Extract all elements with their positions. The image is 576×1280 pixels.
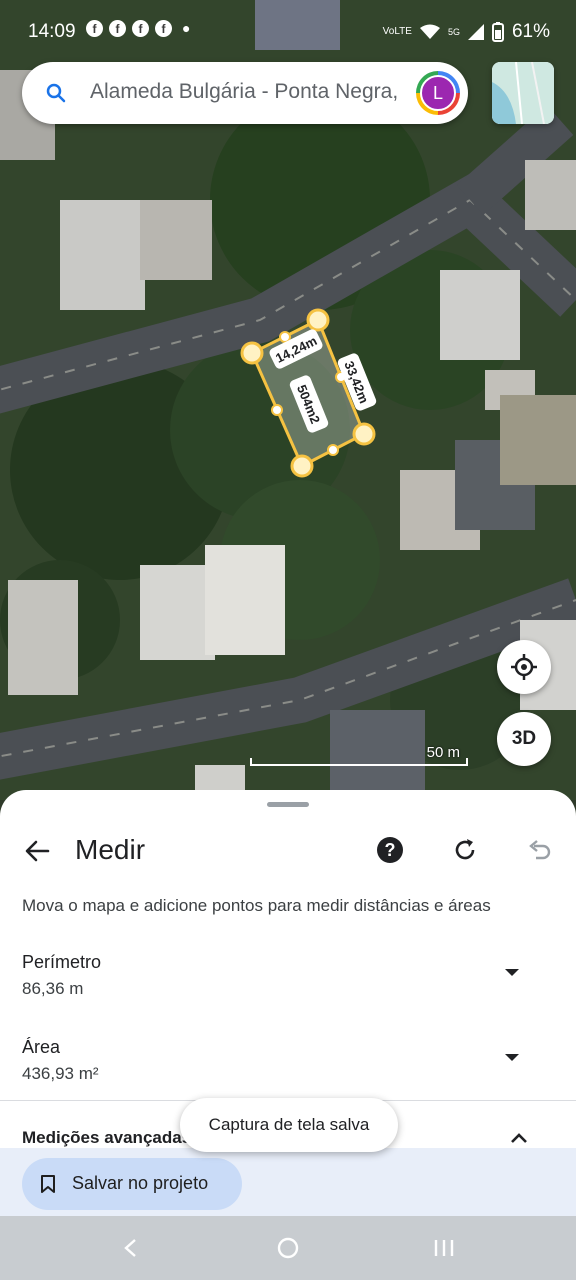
measure-instructions: Mova o mapa e adicione pontos para medir…: [22, 896, 491, 915]
more-notifications-dot-icon: ●: [182, 20, 191, 36]
area-label: Área: [22, 1037, 61, 1057]
map-scale: 50 m: [250, 744, 468, 768]
bookmark-icon: [41, 1175, 55, 1193]
battery-icon: [491, 22, 504, 42]
nav-back-icon[interactable]: [121, 1238, 141, 1258]
save-bar: Salvar no projeto: [0, 1148, 576, 1216]
my-location-button[interactable]: [497, 640, 551, 694]
search-icon[interactable]: [44, 81, 68, 105]
facebook-icon: f: [155, 20, 172, 37]
scale-bar: [250, 758, 468, 766]
signal-label: 5G: [447, 27, 460, 37]
refresh-icon[interactable]: [451, 836, 479, 864]
3d-toggle-button[interactable]: 3D: [497, 712, 551, 766]
status-time: 14:09: [28, 21, 76, 42]
wifi-icon: [419, 24, 440, 39]
measure-bottom-sheet[interactable]: Medir ? Mova o mapa e adicione pontos pa…: [0, 790, 576, 1216]
perimeter-expand-icon[interactable]: [505, 969, 519, 976]
search-query[interactable]: Alameda Bulgária - Ponta Negra, Manaus: [90, 80, 402, 104]
chevron-up-icon[interactable]: [510, 1132, 528, 1144]
volte-label: VoLTE: [382, 26, 412, 37]
avatar-letter: L: [420, 75, 456, 111]
facebook-icon: f: [109, 20, 126, 37]
status-right: VoLTE 5G 61%: [383, 21, 550, 43]
nav-recents-icon[interactable]: [433, 1238, 455, 1258]
save-to-project-button[interactable]: Salvar no projeto: [22, 1158, 242, 1210]
nav-home-icon[interactable]: [277, 1237, 299, 1259]
system-nav-bar: [0, 1216, 576, 1280]
facebook-icon: f: [86, 20, 103, 37]
area-value: 436,93 m²: [22, 1064, 99, 1083]
perimeter-value: 86,36 m: [22, 979, 84, 998]
map-thumbnail-icon: [492, 62, 554, 124]
area-expand-icon[interactable]: [505, 1054, 519, 1061]
svg-text:?: ?: [385, 840, 396, 860]
notification-icons: f f f f ●: [86, 20, 190, 37]
page-title: Medir: [75, 834, 146, 865]
status-bar: 14:09 f f f f ● VoLTE 5G 61%: [0, 0, 576, 62]
undo-icon[interactable]: [526, 836, 554, 864]
back-arrow-icon[interactable]: [22, 836, 52, 866]
crosshair-icon: [511, 654, 537, 680]
signal-icon: [467, 24, 484, 40]
screenshot-saved-toast: Captura de tela salva: [180, 1098, 398, 1152]
save-to-project-label: Salvar no projeto: [72, 1173, 209, 1193]
facebook-icon: f: [132, 20, 149, 37]
help-icon[interactable]: ?: [376, 836, 404, 864]
perimeter-label: Perímetro: [22, 952, 102, 972]
map-layers-button[interactable]: [492, 62, 554, 124]
avatar[interactable]: L: [416, 71, 460, 115]
sheet-drag-handle[interactable]: [267, 802, 309, 807]
advanced-measurements-label[interactable]: Medições avançadas: [22, 1128, 191, 1148]
search-bar[interactable]: Alameda Bulgária - Ponta Negra, Manaus L: [22, 62, 468, 124]
battery-percent: 61%: [511, 21, 550, 42]
